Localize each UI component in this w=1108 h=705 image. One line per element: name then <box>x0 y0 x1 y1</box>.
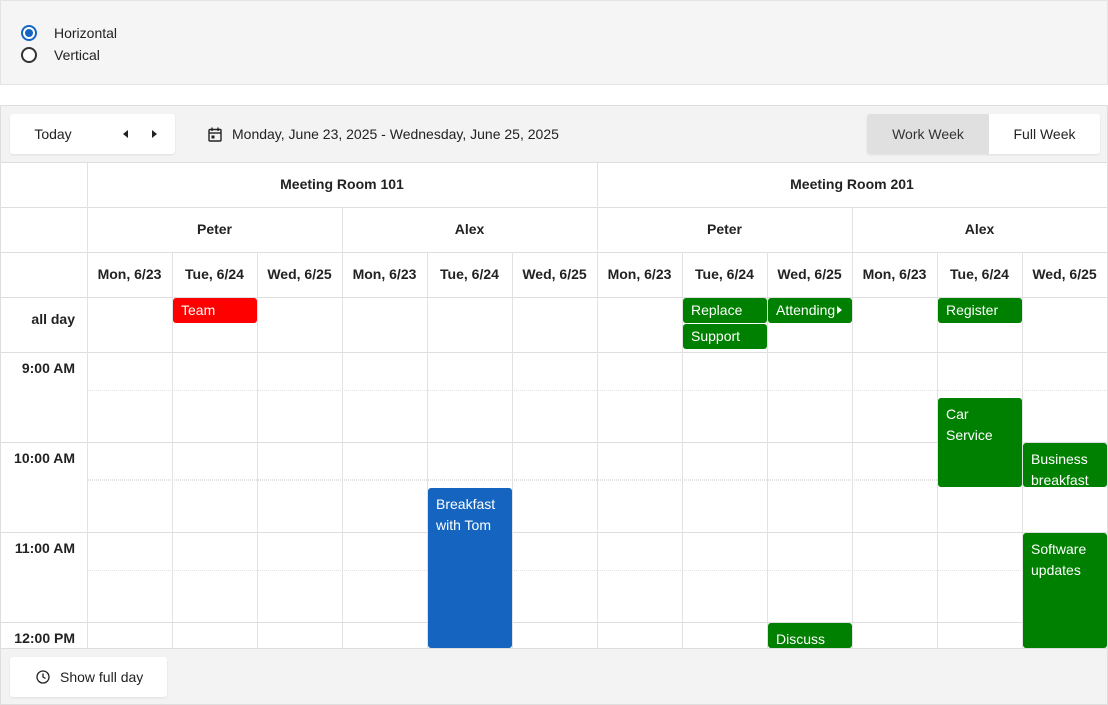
date-range-button[interactable]: Monday, June 23, 2025 - Wednesday, June … <box>208 114 559 154</box>
radio-button-horizontal[interactable] <box>21 25 37 41</box>
day-header: Mon, 6/23 <box>607 266 672 282</box>
all-day-appointment[interactable]: Attending <box>768 298 852 323</box>
appointment[interactable]: Car Service <box>938 398 1022 487</box>
time-label: 10:00 AM <box>14 450 75 466</box>
grid-row-line <box>1 352 1107 353</box>
day-header: Mon, 6/23 <box>352 266 417 282</box>
all-day-appointment[interactable]: Team <box>173 298 257 323</box>
resource-header: Peter <box>706 221 743 237</box>
view-switcher: Work Week Full Week <box>867 114 1100 154</box>
resource-header: Alex <box>454 221 485 237</box>
full-week-button[interactable]: Full Week <box>989 114 1100 154</box>
day-header: Tue, 6/24 <box>440 266 499 282</box>
clock-icon <box>36 670 50 684</box>
resource-header: Alex <box>964 221 995 237</box>
grid-column-line <box>512 252 513 648</box>
orientation-panel: Horizontal Vertical <box>0 0 1108 85</box>
radio-label-horizontal: Horizontal <box>54 25 118 41</box>
grid-row-line <box>1 532 1107 533</box>
day-header: Mon, 6/23 <box>862 266 927 282</box>
time-label: 12:00 PM <box>14 630 75 646</box>
appointment[interactable]: Software updates <box>1023 533 1107 648</box>
radio-button-vertical[interactable] <box>21 47 37 63</box>
day-header: Wed, 6/25 <box>777 266 842 282</box>
day-header: Tue, 6/24 <box>185 266 244 282</box>
chevron-right-icon <box>151 130 157 138</box>
all-day-appointment[interactable]: Register <box>938 298 1022 323</box>
radio-horizontal[interactable]: Horizontal <box>21 23 117 43</box>
day-header: Wed, 6/25 <box>1032 266 1097 282</box>
calendar-icon <box>208 127 222 142</box>
day-header: Wed, 6/25 <box>267 266 332 282</box>
all-day-appointment[interactable]: Replace <box>683 298 767 323</box>
scheduler-toolbar: Today Monday, June 23, 2025 - Wednesday,… <box>1 106 1107 163</box>
next-button[interactable] <box>135 114 173 154</box>
grid-row-line <box>1 622 1107 623</box>
all-day-label: all day <box>31 311 75 327</box>
today-button[interactable]: Today <box>10 114 96 154</box>
appointment[interactable]: Breakfast with Tom <box>428 488 512 648</box>
day-header: Mon, 6/23 <box>97 266 162 282</box>
appointment[interactable]: Discuss <box>768 623 852 648</box>
room-header: Meeting Room 101 <box>280 176 404 192</box>
scheduler: Today Monday, June 23, 2025 - Wednesday,… <box>0 105 1108 705</box>
chevron-left-icon <box>122 130 128 138</box>
day-header: Wed, 6/25 <box>522 266 587 282</box>
date-range-label: Monday, June 23, 2025 - Wednesday, June … <box>232 126 559 142</box>
scheduler-footer: Show full day <box>1 648 1107 704</box>
radio-vertical[interactable]: Vertical <box>21 45 100 65</box>
work-week-button[interactable]: Work Week <box>867 114 989 154</box>
day-header: Tue, 6/24 <box>950 266 1009 282</box>
show-full-day-label: Show full day <box>60 669 144 685</box>
show-full-day-button[interactable]: Show full day <box>10 657 167 697</box>
appointment[interactable]: Business breakfast with Caroline <box>1023 443 1107 487</box>
grid-column-line <box>257 252 258 648</box>
day-header: Tue, 6/24 <box>695 266 754 282</box>
room-header: Meeting Room 201 <box>790 176 914 192</box>
radio-label-vertical: Vertical <box>54 47 100 63</box>
time-label: 9:00 AM <box>21 360 75 376</box>
time-label: 11:00 AM <box>14 540 75 556</box>
continues-arrow-icon <box>837 306 842 314</box>
scheduler-grid: Meeting Room 101 Meeting Room 201 Peter Ale… <box>1 162 1107 648</box>
resource-header: Peter <box>196 221 233 237</box>
navigation-group: Today <box>10 114 175 154</box>
all-day-appointment[interactable]: Support <box>683 324 767 349</box>
